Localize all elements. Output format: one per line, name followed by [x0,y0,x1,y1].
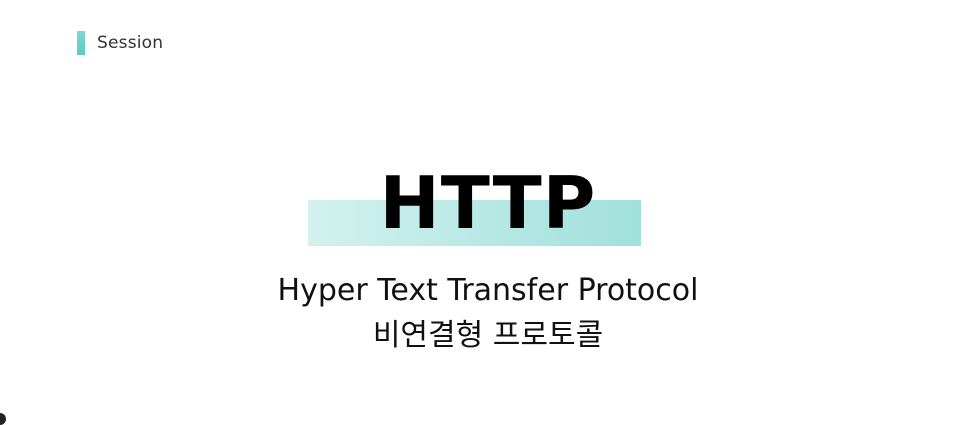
title-block: HTTP [0,160,976,250]
section-label: Session [97,33,164,53]
section-marker [77,31,85,55]
slide-korean-subtitle: 비연결형 프로토콜 [372,318,604,353]
corner-cursor-icon [0,413,6,425]
slide-subtitle: Hyper Text Transfer Protocol [277,273,699,308]
slide-title: HTTP [379,161,597,245]
section-header: Session [77,31,163,55]
